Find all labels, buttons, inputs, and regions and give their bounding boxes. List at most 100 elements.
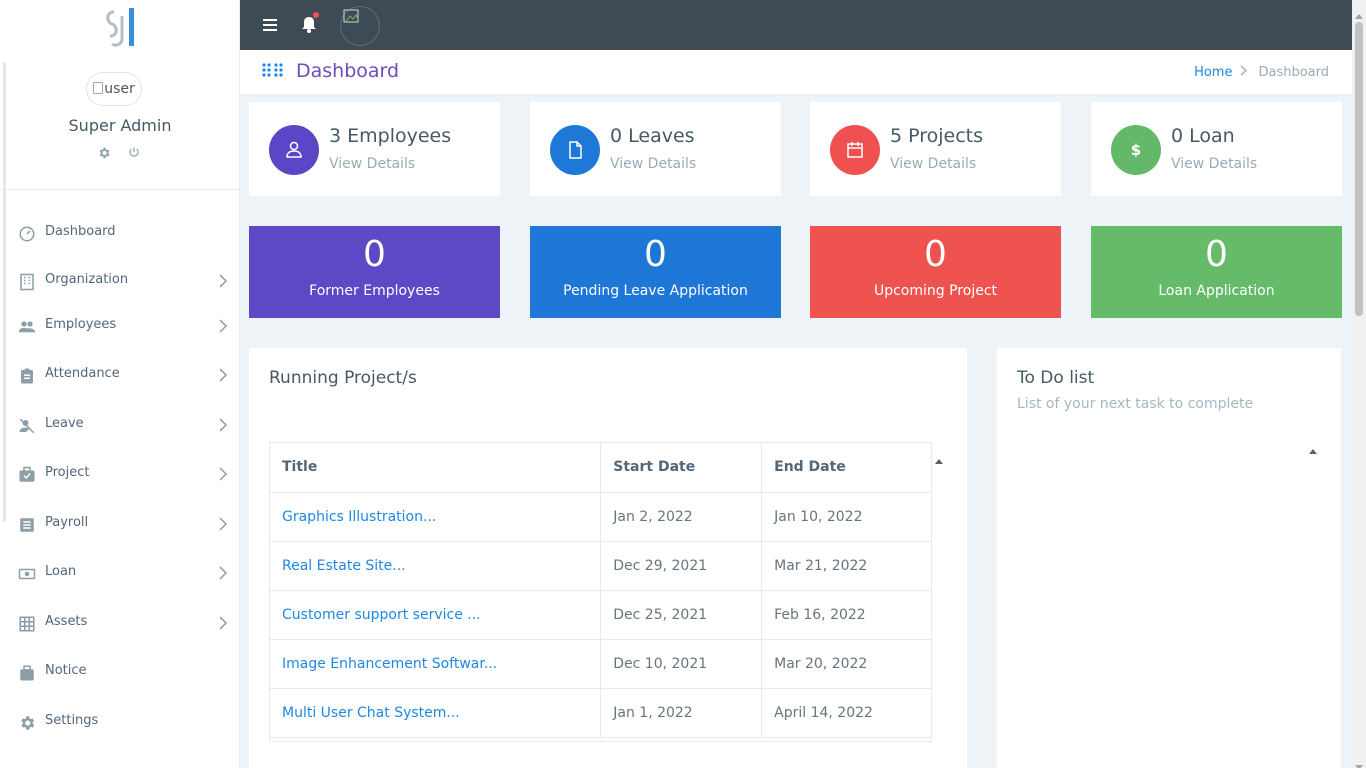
profile-panel: user Super Admin (0, 60, 240, 190)
sidebar-item-leave[interactable]: Leave (0, 405, 240, 445)
stat-card-projects: 5 Projects View Details (810, 102, 1061, 196)
sidebar-item-label: Employees (45, 317, 117, 332)
breadcrumb-current: Dashboard (1258, 65, 1329, 80)
page-scrollbar-thumb[interactable] (1355, 22, 1363, 316)
sidebar-item-settings[interactable]: Settings (0, 702, 240, 742)
dashboard-icon (18, 225, 36, 243)
person-off-icon (18, 417, 36, 435)
bag-icon (18, 664, 36, 682)
receipt-icon (18, 516, 36, 534)
table-row: Multi User Chat System... Jan 1, 2022 Ap… (270, 688, 932, 738)
column-header-title[interactable]: Title (270, 443, 602, 493)
stat-icon-circle: $ (1111, 125, 1161, 175)
panel-title: Running Project/s (269, 368, 417, 388)
hamburger-menu-icon[interactable] (262, 17, 278, 33)
sidebar-item-label: Project (45, 465, 90, 480)
grid-icon (18, 615, 36, 633)
tile-label: Pending Leave Application (563, 283, 748, 299)
clipboard-icon (18, 367, 36, 385)
sidebar-item-label: Leave (45, 416, 84, 431)
table-row: Image Enhancement Softwar... Dec 10, 202… (270, 639, 932, 689)
chevron-right-icon (1240, 65, 1250, 80)
project-end-date: Mar 20, 2022 (761, 639, 932, 689)
notification-bell-icon[interactable] (302, 12, 319, 33)
project-end-date: April 14, 2022 (761, 688, 932, 738)
stat-icon-circle (550, 125, 600, 175)
view-details-link[interactable]: View Details (610, 156, 696, 172)
project-title-link[interactable]: Customer support service ... (270, 590, 602, 640)
sidebar-item-project[interactable]: Project (0, 454, 240, 494)
chevron-right-icon (218, 417, 230, 432)
project-start-date: Dec 29, 2021 (600, 541, 763, 591)
sidebar-item-organization[interactable]: Organization (0, 261, 240, 301)
avatar-alt-text: user (104, 81, 135, 97)
project-title-link[interactable]: Multi User Chat System... (270, 688, 602, 738)
view-details-link[interactable]: View Details (329, 156, 415, 172)
sidebar-item-assets[interactable]: Assets (0, 603, 240, 643)
tile-upcoming-project[interactable]: 0 Upcoming Project (810, 226, 1061, 318)
sidebar-item-label: Assets (45, 614, 88, 629)
sidebar-item-notice[interactable]: Notice (0, 652, 240, 692)
page-header: Dashboard Home Dashboard (240, 50, 1352, 94)
column-header-end-date[interactable]: End Date (761, 443, 932, 493)
stat-title: 0 Loan (1171, 125, 1235, 147)
view-details-link[interactable]: View Details (1171, 156, 1257, 172)
app-logo[interactable] (100, 4, 140, 50)
gear-icon (18, 714, 36, 732)
sidebar-item-label: Notice (45, 663, 87, 678)
sidebar-item-label: Attendance (45, 366, 120, 381)
table-row: Customer support service ... Dec 25, 202… (270, 590, 932, 640)
tile-pending-leave[interactable]: 0 Pending Leave Application (530, 226, 781, 318)
scroll-up-arrow-icon[interactable] (1308, 440, 1318, 454)
tile-loan-application[interactable]: 0 Loan Application (1091, 226, 1342, 318)
stat-title: 5 Projects (890, 125, 984, 147)
sidebar-item-attendance[interactable]: Attendance (0, 355, 240, 395)
chevron-right-icon (218, 516, 230, 531)
project-start-date: Dec 10, 2021 (600, 639, 763, 689)
breadcrumb-home-link[interactable]: Home (1194, 65, 1232, 80)
sidebar-item-employees[interactable]: Employees (0, 306, 240, 346)
project-title-link[interactable]: Real Estate Site... (270, 541, 602, 591)
money-icon (18, 565, 36, 583)
tile-label: Upcoming Project (873, 283, 998, 299)
settings-gear-icon[interactable] (96, 146, 112, 162)
scroll-up-arrow-icon[interactable] (934, 450, 944, 464)
view-details-link[interactable]: View Details (890, 156, 976, 172)
sidebar-item-loan[interactable]: Loan (0, 553, 240, 593)
project-end-date: Mar 21, 2022 (761, 541, 932, 591)
project-title-link[interactable]: Graphics Illustration... (270, 492, 602, 542)
power-icon[interactable] (126, 146, 142, 162)
scroll-up-arrow-icon[interactable] (1355, 4, 1363, 23)
broken-image-icon (93, 82, 104, 94)
project-title-link[interactable]: Image Enhancement Softwar... (270, 639, 602, 689)
user-avatar-button[interactable] (340, 6, 380, 46)
breadcrumb: Home Dashboard (1194, 65, 1329, 80)
apps-grid-icon (262, 63, 286, 79)
table-row: Graphics Illustration... Jan 2, 2022 Jan… (270, 492, 932, 542)
sidebar-item-payroll[interactable]: Payroll (0, 504, 240, 544)
sidebar-item-dashboard[interactable]: Dashboard (0, 213, 240, 253)
sidebar-item-label: Organization (45, 272, 129, 287)
todo-panel: To Do list List of your next task to com… (997, 348, 1341, 768)
chevron-right-icon (218, 273, 230, 288)
tile-former-employees[interactable]: 0 Former Employees (249, 226, 500, 318)
sidebar-item-label: Loan (45, 564, 77, 579)
stat-card-employees: 3 Employees View Details (249, 102, 500, 196)
project-end-date: Jan 10, 2022 (761, 492, 932, 542)
scroll-down-arrow-icon[interactable] (1355, 756, 1363, 768)
profile-actions (96, 146, 146, 162)
briefcase-check-icon (18, 466, 36, 484)
dollar-icon: $ (1131, 141, 1141, 159)
page-scrollbar[interactable] (1352, 0, 1366, 768)
panel-subtitle: List of your next task to complete (1017, 396, 1254, 412)
chevron-right-icon (218, 466, 230, 481)
project-start-date: Dec 25, 2021 (600, 590, 763, 640)
avatar[interactable]: user (86, 72, 142, 106)
tile-value: 0 (1205, 234, 1228, 275)
column-header-start-date[interactable]: Start Date (600, 443, 763, 493)
user-icon (286, 141, 302, 158)
project-end-date: Feb 16, 2022 (761, 590, 932, 640)
sidebar-item-label: Payroll (45, 515, 89, 530)
tile-value: 0 (644, 234, 667, 275)
notification-dot (313, 12, 319, 18)
